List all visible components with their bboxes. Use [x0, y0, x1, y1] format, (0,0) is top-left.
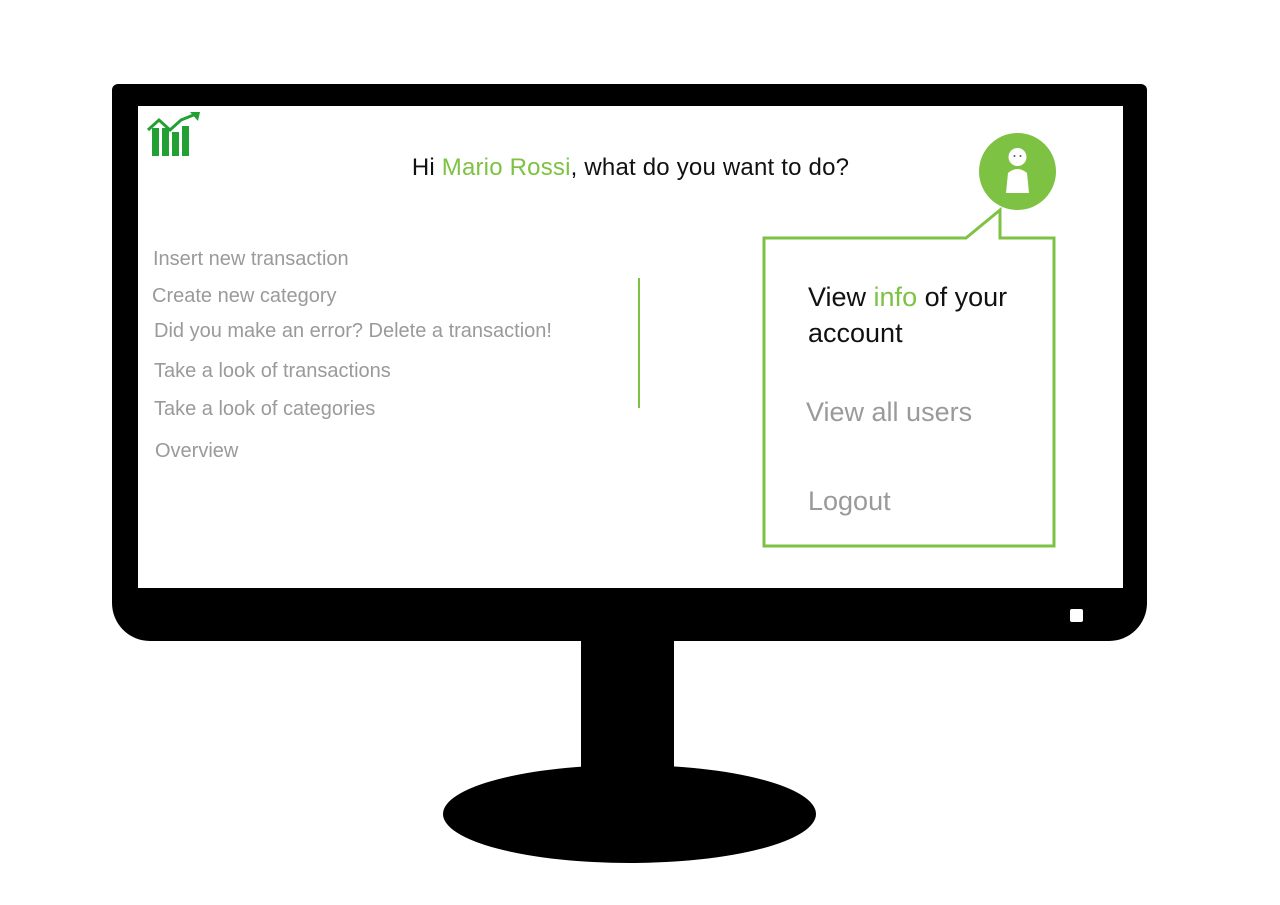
greeting-prefix: Hi — [411, 154, 442, 181]
info-prefix: View — [808, 282, 874, 312]
user-name: Mario Rossi — [441, 154, 571, 181]
screen: Hi Mario Rossi, what do you want to do? … — [138, 106, 1123, 588]
monitor-stand-neck — [581, 640, 674, 780]
info-line2: account — [808, 318, 903, 348]
menu-item-create-category[interactable]: Create new category — [152, 285, 337, 308]
info-accent: info — [873, 282, 918, 312]
user-avatar-button[interactable] — [979, 133, 1056, 210]
view-all-users-link[interactable]: View all users — [806, 397, 972, 428]
user-avatar-icon — [1006, 148, 1029, 193]
monitor-illustration: Hi Mario Rossi, what do you want to do? … — [0, 0, 1280, 905]
greeting-heading: Hi Mario Rossi, what do you want to do? — [138, 154, 1123, 182]
info-suffix: of your — [917, 282, 1008, 312]
monitor-stand-base — [443, 765, 816, 863]
bar-chart-trend-icon — [146, 112, 200, 156]
menu-item-view-transactions[interactable]: Take a look of transactions — [154, 360, 391, 383]
logout-link[interactable]: Logout — [808, 486, 891, 517]
menu-divider — [638, 278, 640, 408]
account-dropdown-panel — [762, 206, 1056, 548]
greeting-suffix: , what do you want to do? — [570, 154, 850, 181]
menu-item-view-categories[interactable]: Take a look of categories — [154, 398, 375, 421]
view-account-info-link[interactable]: View info of your account — [808, 279, 1007, 351]
monitor-power-button — [1070, 609, 1083, 622]
menu-item-overview[interactable]: Overview — [155, 440, 238, 463]
menu-item-insert-transaction[interactable]: Insert new transaction — [153, 248, 349, 271]
menu-item-delete-transaction[interactable]: Did you make an error? Delete a transact… — [154, 320, 552, 343]
